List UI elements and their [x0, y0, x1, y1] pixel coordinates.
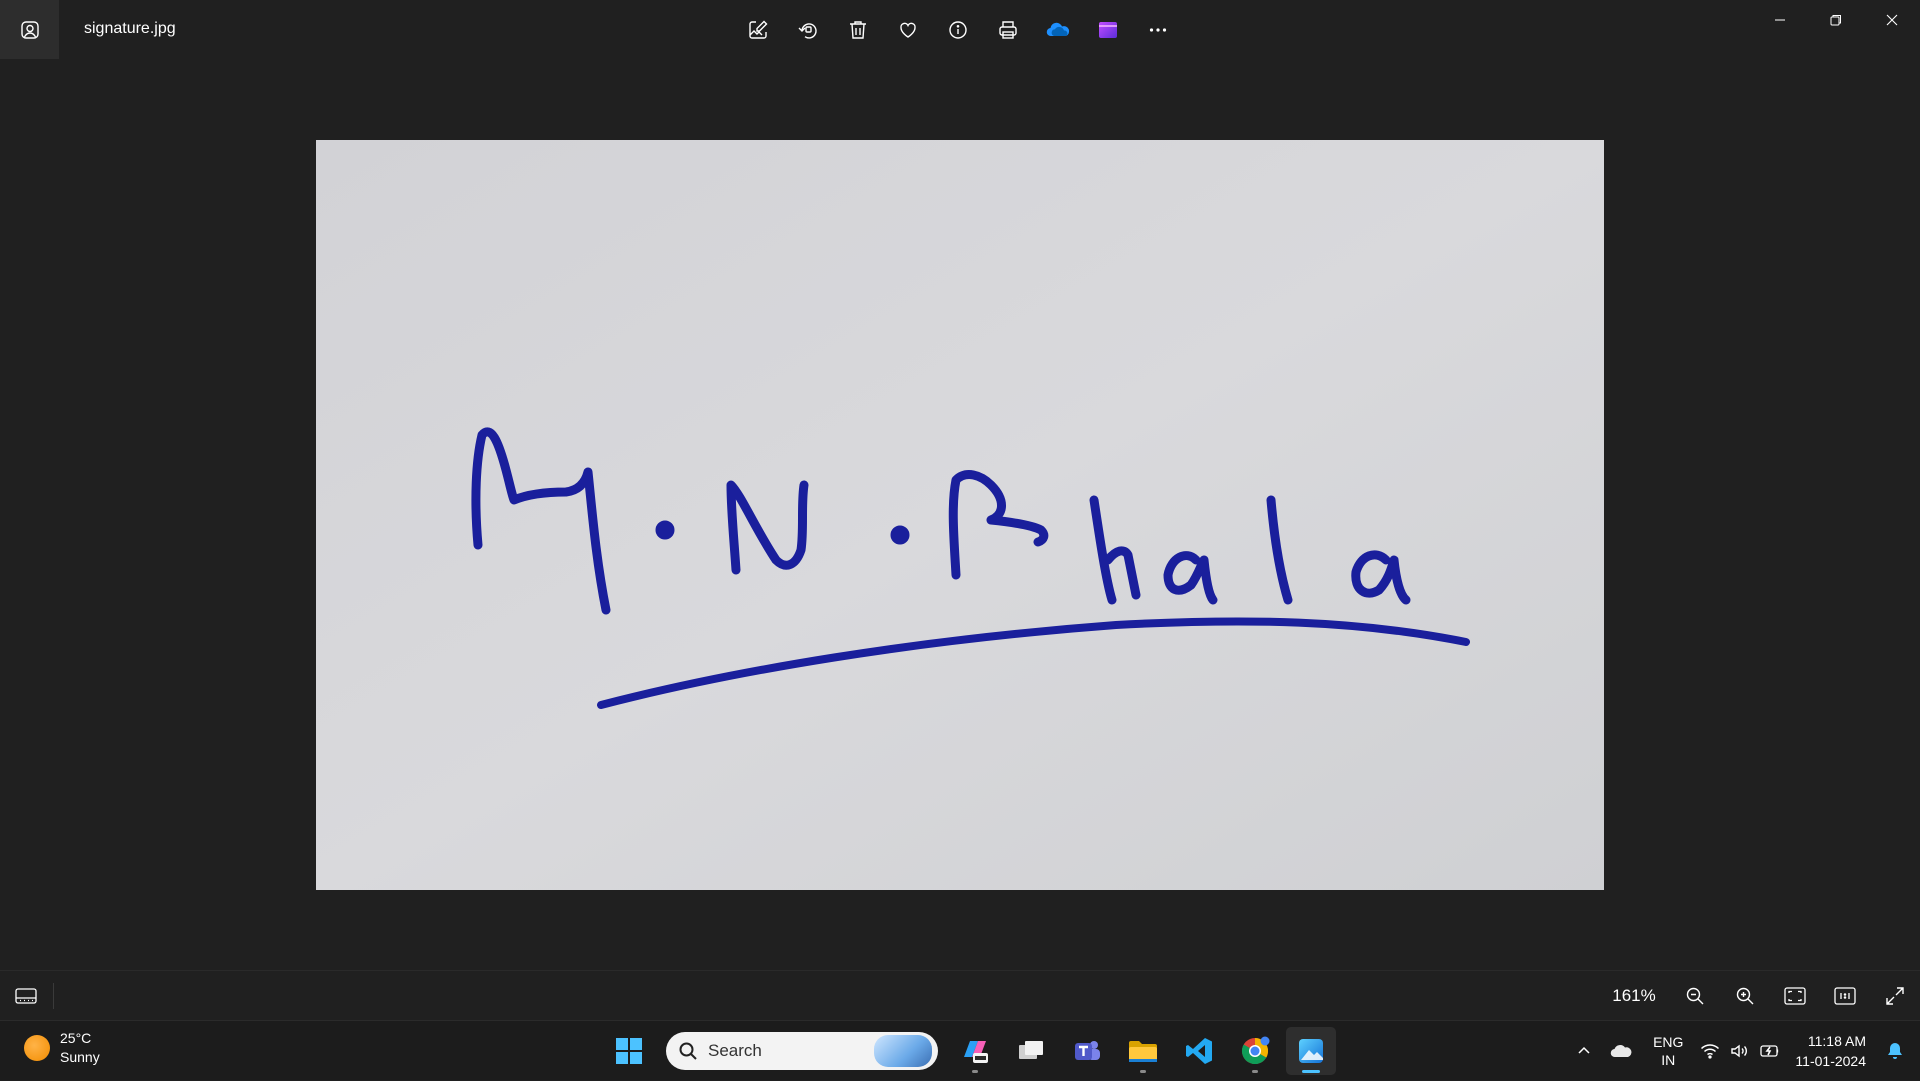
wifi-icon — [1701, 1044, 1720, 1059]
zoom-out-button[interactable] — [1670, 976, 1720, 1016]
search-highlight-image — [874, 1035, 932, 1067]
status-bar: 161% — [0, 970, 1920, 1020]
full-screen-button[interactable] — [1870, 976, 1920, 1016]
vscode-icon — [1186, 1038, 1212, 1064]
minimize-button[interactable] — [1752, 0, 1808, 40]
battery-charging-icon — [1760, 1045, 1779, 1057]
more-icon — [1149, 28, 1167, 32]
clock[interactable]: 11:18 AM 11-01-2024 — [1795, 1031, 1866, 1071]
expand-icon — [1886, 987, 1904, 1005]
weather-temperature: 25°C — [60, 1030, 92, 1046]
app-indicator — [1252, 1070, 1258, 1073]
restore-button[interactable] — [1808, 0, 1864, 40]
gallery-icon — [20, 20, 39, 39]
cloud-icon — [1610, 1045, 1632, 1058]
window-controls — [1752, 0, 1920, 40]
taskbar-apps: Search — [604, 1027, 1336, 1075]
signature-image — [316, 140, 1604, 890]
actual-size-icon — [1834, 987, 1856, 1005]
onedrive-button[interactable] — [1038, 10, 1078, 50]
image-viewport[interactable] — [0, 60, 1920, 970]
language-region: IN — [1661, 1052, 1676, 1068]
heart-icon — [900, 22, 916, 38]
file-name: signature.jpg — [84, 20, 176, 37]
system-tray: ENG IN 11:18 AM 11-01-2024 — [1569, 1021, 1920, 1081]
fit-to-window-button[interactable] — [1770, 976, 1820, 1016]
taskbar-task-view[interactable] — [1006, 1027, 1056, 1075]
app-indicator — [1140, 1070, 1146, 1073]
taskbar-teams[interactable] — [1062, 1027, 1112, 1075]
close-button[interactable] — [1864, 0, 1920, 40]
info-icon — [949, 21, 967, 39]
taskbar-search[interactable]: Search — [666, 1032, 938, 1070]
speaker-icon — [1731, 1044, 1748, 1058]
trash-icon — [850, 21, 866, 39]
app-indicator — [1302, 1070, 1320, 1073]
zoom-in-button[interactable] — [1720, 976, 1770, 1016]
clock-time: 11:18 AM — [1807, 1033, 1866, 1049]
delete-button[interactable] — [838, 10, 878, 50]
restore-icon — [1830, 15, 1841, 26]
chevron-up-icon — [1578, 1046, 1590, 1054]
sun-icon — [24, 1035, 50, 1061]
language-code: ENG — [1653, 1034, 1684, 1050]
rotate-button[interactable] — [788, 10, 828, 50]
chrome-icon — [1241, 1036, 1270, 1065]
taskbar-copilot[interactable] — [950, 1027, 1000, 1075]
folder-icon — [1129, 1041, 1157, 1062]
status-divider — [53, 983, 54, 1009]
zoom-in-icon — [1736, 987, 1754, 1005]
edit-image-icon — [749, 20, 768, 39]
favorite-button[interactable] — [888, 10, 928, 50]
weather-condition: Sunny — [60, 1049, 100, 1065]
copilot-icon — [964, 1041, 988, 1063]
clock-date: 11-01-2024 — [1795, 1053, 1866, 1069]
minimize-icon — [1775, 19, 1785, 21]
taskbar-chrome[interactable] — [1230, 1027, 1280, 1075]
search-icon — [679, 1042, 697, 1060]
battery-button[interactable] — [1755, 1031, 1785, 1071]
more-options-button[interactable] — [1138, 10, 1178, 50]
app-indicator — [972, 1070, 978, 1073]
taskbar-photos[interactable] — [1286, 1027, 1336, 1075]
show-hidden-icons-button[interactable] — [1569, 1031, 1599, 1071]
weather-widget[interactable]: 25°C Sunny — [24, 1029, 100, 1067]
photos-app-window: signature.jpg 161% — [0, 0, 1920, 1020]
taskbar-vscode[interactable] — [1174, 1027, 1224, 1075]
clipchamp-button[interactable] — [1088, 10, 1128, 50]
photos-app-icon — [1299, 1039, 1323, 1063]
title-bar: signature.jpg — [0, 0, 1920, 60]
taskbar: 25°C Sunny Search ENG IN 11:18 AM 11-01-… — [0, 1020, 1920, 1080]
edit-image-button[interactable] — [738, 10, 778, 50]
onedrive-tray-button[interactable] — [1599, 1031, 1643, 1071]
zoom-controls: 161% — [1608, 976, 1920, 1016]
notifications-button[interactable] — [1880, 1031, 1910, 1071]
network-button[interactable] — [1695, 1031, 1725, 1071]
zoom-out-icon — [1686, 987, 1704, 1005]
volume-button[interactable] — [1725, 1031, 1755, 1071]
image-toolbar — [738, 10, 1178, 50]
teams-icon — [1075, 1041, 1100, 1060]
windows-start-icon — [616, 1038, 642, 1064]
printer-icon — [999, 21, 1017, 39]
actual-size-button[interactable] — [1820, 976, 1870, 1016]
filmstrip-button[interactable] — [6, 979, 46, 1013]
clipchamp-icon — [1099, 22, 1117, 38]
zoom-level[interactable]: 161% — [1608, 986, 1660, 1006]
task-view-icon — [1019, 1041, 1043, 1059]
search-placeholder: Search — [708, 1041, 762, 1060]
fit-window-icon — [1784, 987, 1806, 1005]
signature-drawing — [316, 140, 1604, 890]
taskbar-file-explorer[interactable] — [1118, 1027, 1168, 1075]
rotate-icon — [798, 23, 817, 39]
filmstrip-icon — [15, 988, 37, 1004]
file-info-button[interactable] — [938, 10, 978, 50]
close-icon — [1886, 14, 1898, 26]
gallery-button[interactable] — [0, 0, 59, 59]
start-button[interactable] — [604, 1027, 654, 1075]
onedrive-icon — [1046, 22, 1070, 37]
language-indicator[interactable]: ENG IN — [1653, 1033, 1683, 1069]
print-button[interactable] — [988, 10, 1028, 50]
bell-icon — [1888, 1043, 1902, 1059]
